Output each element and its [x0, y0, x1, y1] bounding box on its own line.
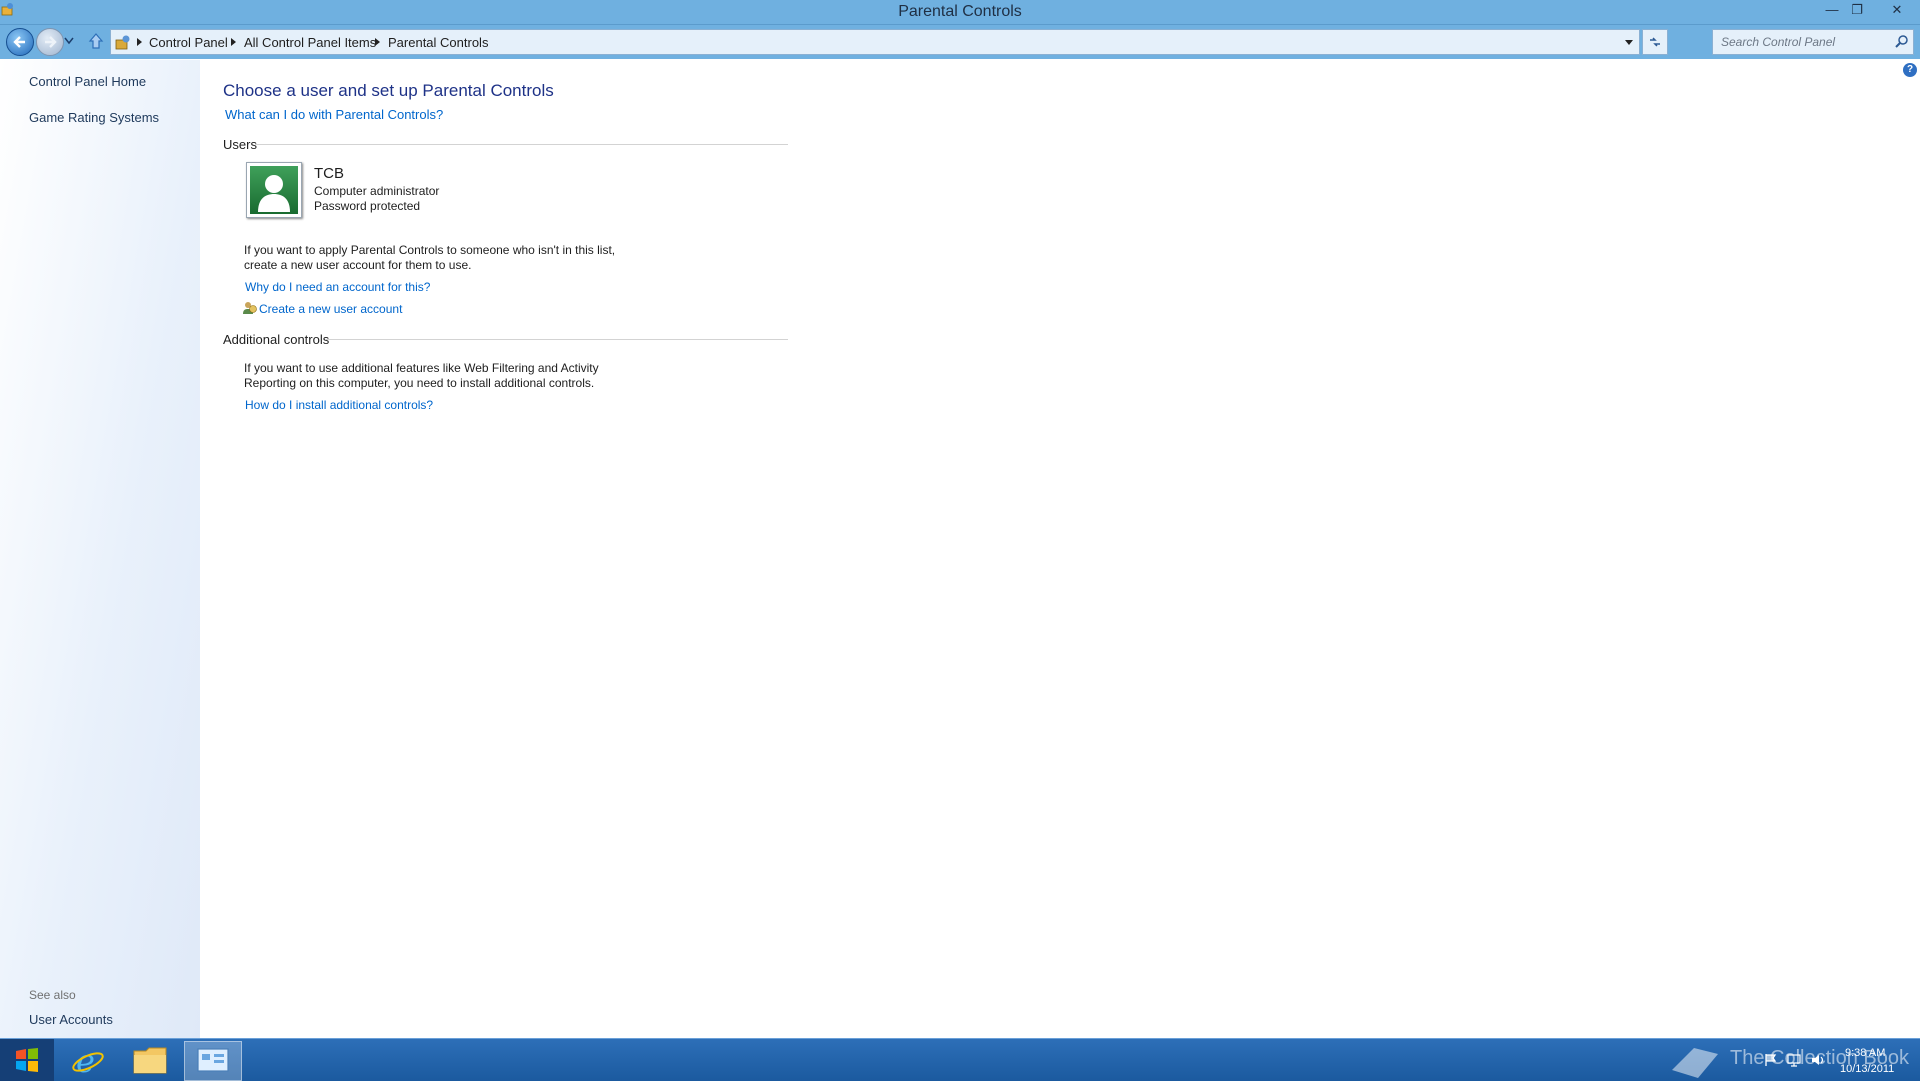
- add-user-icon: [243, 302, 257, 314]
- control-panel-icon: [197, 1048, 229, 1072]
- taskbar-control-panel[interactable]: [184, 1041, 242, 1081]
- start-button[interactable]: [0, 1039, 54, 1081]
- internet-explorer-icon: e: [72, 1042, 104, 1078]
- breadcrumb-separator[interactable]: [231, 38, 236, 46]
- clock-time[interactable]: 9:38 AM: [1845, 1047, 1885, 1059]
- content-area: [200, 60, 1920, 1038]
- title-bar: Parental Controls — ❐ ✕: [0, 0, 1920, 25]
- additional-text-line-2: Reporting on this computer, you need to …: [244, 376, 595, 390]
- what-can-i-do-link[interactable]: What can I do with Parental Controls?: [225, 107, 443, 122]
- search-icon[interactable]: [1895, 34, 1909, 48]
- address-bar[interactable]: Control Panel All Control Panel Items Pa…: [110, 29, 1640, 55]
- navigation-pane: Control Panel Home Game Rating Systems S…: [0, 60, 200, 1038]
- sidebar-item-control-panel-home[interactable]: Control Panel Home: [29, 74, 146, 89]
- forward-button[interactable]: [36, 28, 64, 56]
- additional-controls-group-label: Additional controls: [223, 332, 330, 347]
- user-status: Password protected: [314, 199, 421, 213]
- users-divider: [255, 144, 788, 145]
- arrow-right-icon: [45, 36, 57, 48]
- user-role: Computer administrator: [314, 184, 440, 198]
- maximize-button[interactable]: ❐: [1845, 0, 1869, 20]
- user-silhouette-icon: [258, 175, 290, 212]
- refresh-icon: [1650, 37, 1660, 47]
- users-group-label: Users: [223, 137, 257, 152]
- additional-text-line-1: If you want to use additional features l…: [244, 361, 599, 375]
- refresh-button[interactable]: [1642, 29, 1668, 55]
- breadcrumb-all-items[interactable]: All Control Panel Items: [244, 35, 376, 50]
- network-icon[interactable]: [1786, 1053, 1802, 1067]
- search-box[interactable]: Search Control Panel: [1712, 29, 1914, 55]
- why-account-link[interactable]: Why do I need an account for this?: [245, 280, 430, 294]
- help-icon[interactable]: ?: [1903, 63, 1917, 77]
- control-panel-icon: [115, 35, 130, 50]
- taskbar-file-explorer[interactable]: [122, 1041, 178, 1079]
- breadcrumb-separator[interactable]: [375, 38, 380, 46]
- search-placeholder: Search Control Panel: [1721, 35, 1836, 49]
- back-button[interactable]: [6, 28, 34, 56]
- up-arrow-icon[interactable]: [88, 32, 104, 50]
- book-logo-icon: [1672, 1048, 1718, 1078]
- user-name[interactable]: TCB: [314, 165, 344, 182]
- folder-icon: [133, 1047, 167, 1074]
- additional-divider: [325, 339, 788, 340]
- address-dropdown-icon[interactable]: [1625, 40, 1633, 45]
- install-controls-link[interactable]: How do I install additional controls?: [245, 398, 433, 412]
- action-center-flag-icon[interactable]: [1764, 1053, 1778, 1067]
- minimize-button[interactable]: —: [1820, 0, 1844, 20]
- apply-text-line-2: create a new user account for them to us…: [244, 258, 472, 272]
- user-tile-tcb[interactable]: [246, 162, 302, 218]
- page-title: Choose a user and set up Parental Contro…: [223, 81, 554, 100]
- windows-logo-icon: [16, 1048, 38, 1072]
- close-button[interactable]: ✕: [1882, 0, 1912, 20]
- breadcrumb-separator[interactable]: [137, 38, 142, 46]
- breadcrumb-control-panel[interactable]: Control Panel: [149, 35, 228, 50]
- taskbar-internet-explorer[interactable]: e: [60, 1041, 116, 1079]
- clock-date[interactable]: 10/13/2011: [1840, 1063, 1894, 1075]
- sidebar-item-game-rating-systems[interactable]: Game Rating Systems: [29, 110, 159, 125]
- recent-locations-icon[interactable]: [64, 37, 74, 45]
- volume-icon[interactable]: [1810, 1053, 1826, 1067]
- see-also-heading: See also: [29, 988, 76, 1002]
- window-title: Parental Controls: [898, 3, 1022, 20]
- apply-text-line-1: If you want to apply Parental Controls t…: [244, 243, 616, 257]
- navigation-toolbar: Control Panel All Control Panel Items Pa…: [0, 25, 1920, 59]
- arrow-left-icon: [13, 36, 25, 48]
- user-avatar: [250, 166, 298, 214]
- taskbar: e The Collection Book 9:38 AM 10/13/2011: [0, 1038, 1920, 1081]
- breadcrumb-parental-controls[interactable]: Parental Controls: [388, 35, 488, 50]
- sidebar-item-user-accounts[interactable]: User Accounts: [29, 1012, 113, 1027]
- create-user-account-link[interactable]: Create a new user account: [259, 302, 402, 316]
